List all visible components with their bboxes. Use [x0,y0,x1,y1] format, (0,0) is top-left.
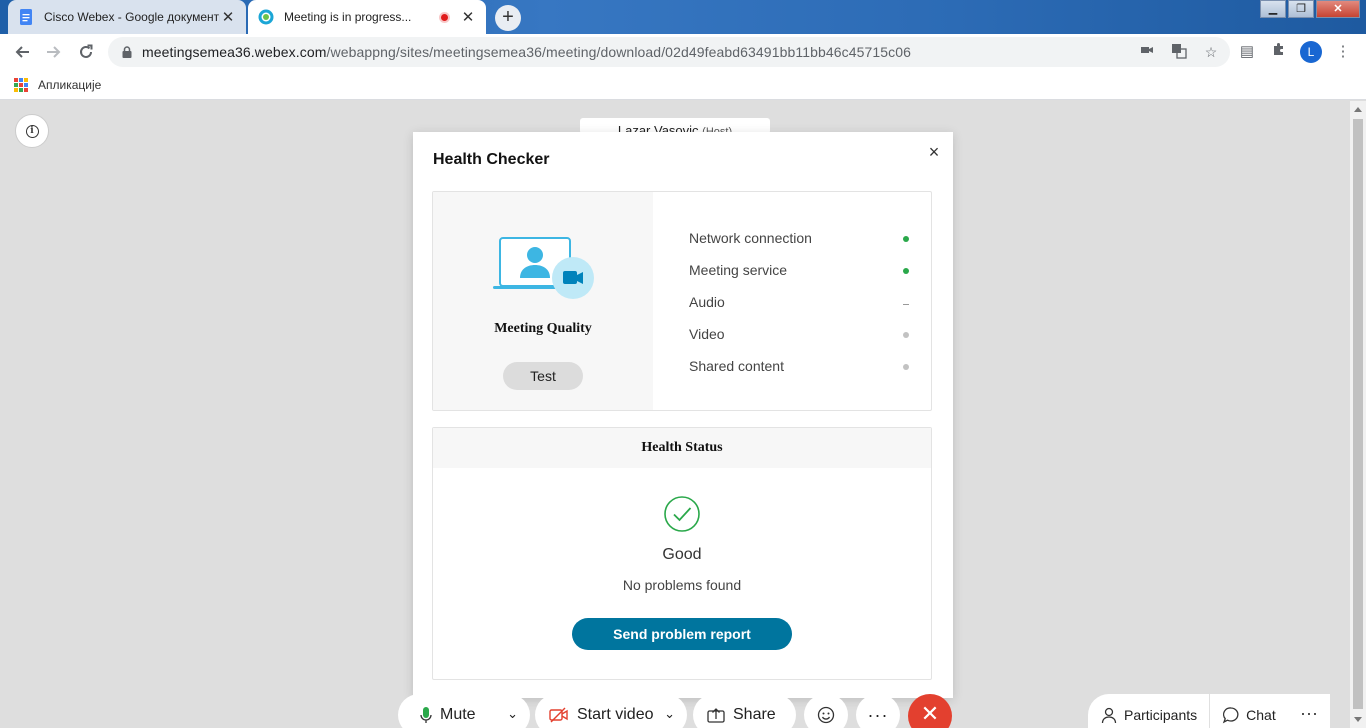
reload-icon [80,44,93,58]
health-status-description: No problems found [622,577,742,593]
chat-bubble-icon [1222,707,1239,724]
meeting-info-button[interactable]: i [15,114,49,148]
camera-in-use-icon[interactable] [1138,43,1156,61]
mute-button[interactable]: Mute ⌄ [398,694,530,728]
recording-indicator-icon [439,11,450,23]
check-shared-content: Shared content [689,358,909,390]
reading-list-icon[interactable]: ▤ [1236,41,1258,63]
meeting-quality-panel: Meeting Quality Test Network connection … [432,191,932,411]
health-status-header: Health Status [433,428,931,468]
scrollbar-thumb[interactable] [1353,119,1363,709]
check-label: Meeting service [689,262,788,278]
participants-button[interactable]: Participants [1088,694,1209,728]
health-status-value: Good [662,546,702,563]
bookmarks-bar: Апликације [0,70,1366,100]
google-docs-icon [20,9,32,25]
start-video-label: Start video [577,706,654,723]
start-video-button[interactable]: Start video ⌄ [535,694,687,728]
status-dot-grey-icon [903,364,909,370]
panels-more-button[interactable]: ··· [1288,694,1330,728]
bookmark-star-icon[interactable]: ☆ [1202,43,1220,61]
browser-toolbar: meetingsemea36.webex.com/webappng/sites/… [0,34,1366,70]
chat-label: Chat [1246,707,1276,723]
tab-title: Meeting is in progress... [284,10,412,24]
window-controls: ▁ ❐ ✕ [1258,0,1360,20]
smiley-icon [817,706,835,724]
chat-button[interactable]: Chat [1209,694,1288,728]
back-arrow-icon [15,46,29,58]
health-status-panel: Health Status Good No problems found Sen… [432,427,932,680]
check-label: Network connection [689,230,812,246]
mute-label: Mute [440,706,476,723]
address-bar[interactable]: meetingsemea36.webex.com/webappng/sites/… [108,37,1230,67]
tab-title: Cisco Webex - Google документи [44,10,220,24]
info-icon: i [25,124,39,138]
back-button[interactable] [6,36,38,68]
meeting-quality-summary: Meeting Quality Test [433,192,653,410]
minimize-button[interactable]: ▁ [1260,0,1286,18]
more-options-button[interactable]: ··· [856,694,900,728]
lock-icon [122,46,132,58]
browser-tabstrip: Cisco Webex - Google документи ✕ Meeting… [0,0,1366,34]
status-dot-green-icon [903,236,909,242]
extensions-puzzle-icon[interactable] [1268,41,1290,63]
check-network-connection: Network connection [689,230,909,262]
apps-bookmark-label[interactable]: Апликације [38,78,101,92]
check-label: Shared content [689,358,784,374]
meeting-quality-label: Meeting Quality [494,321,592,336]
reload-button[interactable] [70,36,102,68]
maximize-button[interactable]: ❐ [1288,0,1314,18]
health-check-list: Network connection Meeting service Audio… [689,230,909,390]
health-checker-dialog: Health Checker × Meeting Quality Test Ne… [413,132,953,698]
share-icon [707,707,725,723]
reactions-button[interactable] [804,694,848,728]
check-meeting-service: Meeting service [689,262,909,294]
forward-arrow-icon [47,46,61,58]
chevron-down-icon[interactable]: ⌄ [664,706,675,722]
tab-close-icon[interactable]: ✕ [220,8,236,26]
dialog-title: Health Checker [433,151,550,168]
status-dot-green-icon [903,268,909,274]
url-host: meetingsemea36.webex.com [142,44,327,60]
tab-close-icon[interactable]: ✕ [460,8,476,26]
participants-icon [1101,707,1117,724]
check-video: Video [689,326,909,358]
microphone-icon [420,706,432,724]
checkmark-circle-icon [664,496,700,532]
share-label: Share [733,706,776,723]
close-window-button[interactable]: ✕ [1316,0,1360,18]
forward-button[interactable] [38,36,70,68]
chevron-down-icon[interactable]: ⌄ [507,706,518,722]
new-tab-button[interactable]: + [495,5,521,31]
scroll-down-icon[interactable] [1354,717,1362,722]
tab-webex-meeting[interactable]: Meeting is in progress... ✕ [248,0,486,34]
check-label: Audio [689,294,725,310]
test-button[interactable]: Test [503,362,583,390]
send-problem-report-button[interactable]: Send problem report [572,618,792,650]
url-text: meetingsemea36.webex.com/webappng/sites/… [142,44,911,60]
status-dot-grey-icon [903,332,909,338]
status-dash-icon [903,304,909,305]
page-scrollbar[interactable] [1350,101,1366,728]
translate-icon[interactable] [1170,43,1188,61]
tab-google-docs[interactable]: Cisco Webex - Google документи ✕ [8,0,246,34]
check-label: Video [689,326,725,342]
share-button[interactable]: Share [693,694,796,728]
profile-avatar[interactable]: L [1300,41,1322,63]
browser-menu-icon[interactable]: ⋮ [1332,41,1354,63]
scroll-up-icon[interactable] [1354,107,1362,112]
meeting-quality-illustration-icon [493,237,594,299]
check-audio: Audio [689,294,909,326]
close-dialog-icon[interactable]: × [925,142,943,163]
webex-icon [258,9,274,25]
apps-grid-icon[interactable] [14,77,28,92]
video-off-icon [549,707,569,723]
participants-label: Participants [1124,707,1198,723]
url-path: /webappng/sites/meetingsemea36/meeting/d… [326,44,912,60]
